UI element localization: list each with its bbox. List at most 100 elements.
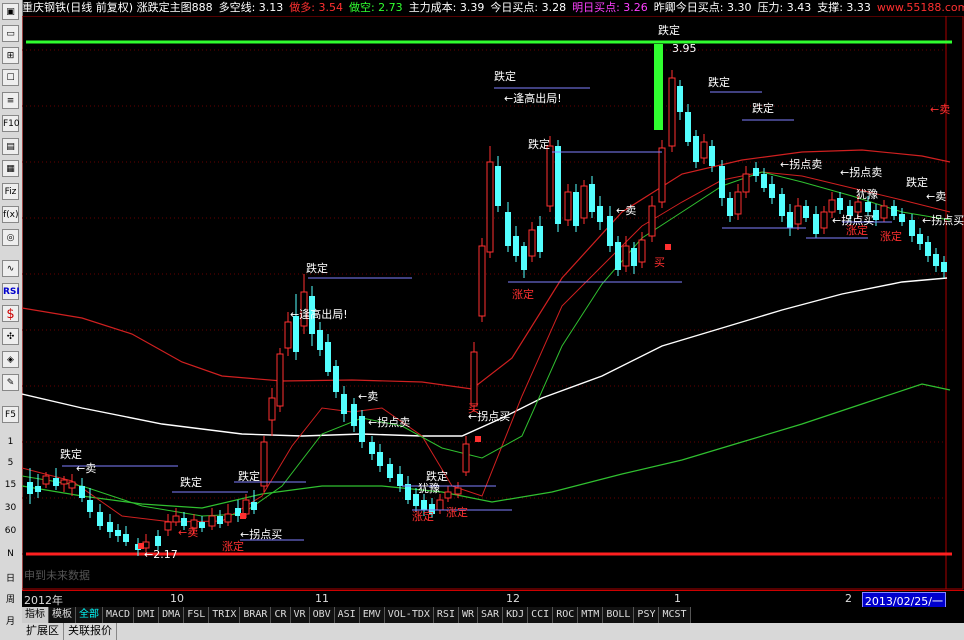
zoom-icon[interactable]: ◎ [2, 229, 19, 246]
candle-body [413, 494, 419, 506]
indicator-tab[interactable]: 全部 [76, 607, 103, 623]
header-field: 今日买点: 3.28 [490, 1, 567, 14]
period-n-button[interactable]: N [2, 546, 19, 563]
signal-label: 犹豫 [856, 188, 878, 201]
indicator-tab[interactable]: PSY [634, 607, 660, 623]
signal-label: 涨定 [446, 505, 468, 519]
indicator-tab[interactable]: BRAR [240, 607, 272, 623]
indicator-tab[interactable]: KDJ [503, 607, 529, 623]
indicator-tab[interactable]: CCI [528, 607, 554, 623]
candle-body [478, 245, 486, 317]
indicator-tab[interactable]: VOL-TDX [384, 607, 434, 623]
signal-label: ←拐点卖 [840, 165, 882, 179]
kline-icon[interactable]: ▣ [2, 3, 19, 20]
indicator-tab[interactable]: RSI [433, 607, 459, 623]
indicator-tab[interactable]: BOLL [603, 607, 635, 623]
period-1-button[interactable]: 1 [2, 434, 19, 451]
ma-line-green-short [22, 171, 951, 517]
signal-label: 跌定 [906, 175, 928, 189]
move-icon[interactable]: ✣ [2, 328, 19, 345]
candle-body [803, 206, 809, 218]
candle-body [470, 351, 478, 407]
candle-body [293, 316, 299, 352]
candle-body [351, 404, 357, 426]
candle-body [268, 397, 276, 421]
rsi-icon[interactable]: RSI [2, 283, 20, 300]
candle-body [837, 198, 843, 210]
indicator-tab[interactable]: SAR [478, 607, 504, 623]
period-week-button[interactable]: 周 [2, 592, 19, 609]
indicator-tab[interactable]: DMA [159, 607, 185, 623]
signal-label: ←2.17 [144, 548, 178, 561]
signal-label: ←逢高出局! [504, 91, 562, 105]
indicator-tab[interactable]: 指标 [22, 607, 49, 623]
candle-body [42, 475, 50, 485]
f5-icon[interactable]: F5 [2, 406, 19, 423]
candle-body [709, 146, 715, 166]
period-15-button[interactable]: 15 [2, 477, 19, 494]
bottom-tab[interactable]: 扩展区 [22, 623, 64, 640]
grid-icon[interactable]: ⊞ [2, 47, 19, 64]
formula-icon[interactable]: Fiz [2, 183, 19, 200]
period-60-button[interactable]: 60 [2, 523, 19, 540]
window-icon[interactable]: ☐ [2, 69, 19, 86]
indicator-tab[interactable]: MCST [659, 607, 691, 623]
signal-label: 涨定 [846, 223, 868, 237]
indicator-tab[interactable]: DMI [134, 607, 160, 623]
candle-body [164, 521, 172, 531]
indicator-tab[interactable]: WR [458, 607, 479, 623]
list-icon[interactable]: ≡ [2, 92, 19, 109]
candle-body [528, 229, 536, 257]
candle-body [444, 491, 452, 499]
indicator-tab[interactable]: MTM [578, 607, 604, 623]
indicator-tab[interactable]: FSL [184, 607, 210, 623]
money-icon[interactable]: $ [2, 305, 19, 322]
candle-body [242, 499, 250, 515]
indicator-tab[interactable]: 模板 [49, 607, 76, 623]
period-5-button[interactable]: 5 [2, 455, 19, 472]
future-data-label: 申到未来数据 [24, 569, 90, 582]
candle-body [654, 44, 663, 130]
indicator-tab[interactable]: CR [271, 607, 291, 623]
indicator-tab[interactable]: TRIX [209, 607, 241, 623]
indicator-tab[interactable]: ROC [553, 607, 579, 623]
period-30-button[interactable]: 30 [2, 500, 19, 517]
wave-icon[interactable]: ∿ [2, 260, 19, 277]
f10-icon[interactable]: F10 [2, 115, 20, 132]
ma-line-red-short [22, 171, 951, 523]
signal-label: 跌定 [426, 469, 448, 483]
candle-body [107, 522, 113, 532]
candle-body [693, 136, 699, 162]
period-day-button[interactable]: 日 [2, 571, 19, 588]
candle-body [719, 166, 725, 198]
candle-body [597, 206, 603, 222]
signal-icon[interactable]: ◈ [2, 351, 19, 368]
candle-body [794, 205, 802, 225]
candle-body [787, 212, 793, 228]
candle-body [369, 442, 375, 454]
candle-body [341, 394, 347, 414]
signal-label: 涨定 [222, 539, 244, 553]
kline-chart[interactable]: 跌定←卖跌定←卖跌定←拐点买涨定←2.17跌定←逢高出局!←卖←拐点卖跌定犹豫涨… [22, 16, 964, 590]
candle-body [97, 512, 103, 526]
indicator-tab[interactable]: VR [290, 607, 310, 623]
indicator-tab[interactable]: MACD [103, 607, 135, 623]
candle-body [454, 487, 462, 495]
sheet-icon[interactable]: ▦ [2, 160, 19, 177]
indicator-tab[interactable]: OBV [309, 607, 335, 623]
candle-body [27, 482, 33, 494]
indicator-tab[interactable]: ASI [334, 607, 360, 623]
report-icon[interactable]: ▤ [2, 138, 19, 155]
signal-label: ←逢高出局! [290, 307, 348, 321]
function-icon[interactable]: f(x) [2, 206, 19, 223]
pencil-icon[interactable]: ✎ [2, 374, 19, 391]
candle-body [580, 185, 588, 219]
minute-icon[interactable]: ▭ [2, 25, 19, 42]
candle-body [87, 500, 93, 512]
candle-body [486, 161, 494, 253]
candle-body [462, 443, 470, 473]
candle-body [217, 516, 223, 524]
bottom-tab[interactable]: 关联报价 [64, 623, 117, 640]
period-month-button[interactable]: 月 [2, 614, 19, 631]
indicator-tab[interactable]: EMV [359, 607, 385, 623]
